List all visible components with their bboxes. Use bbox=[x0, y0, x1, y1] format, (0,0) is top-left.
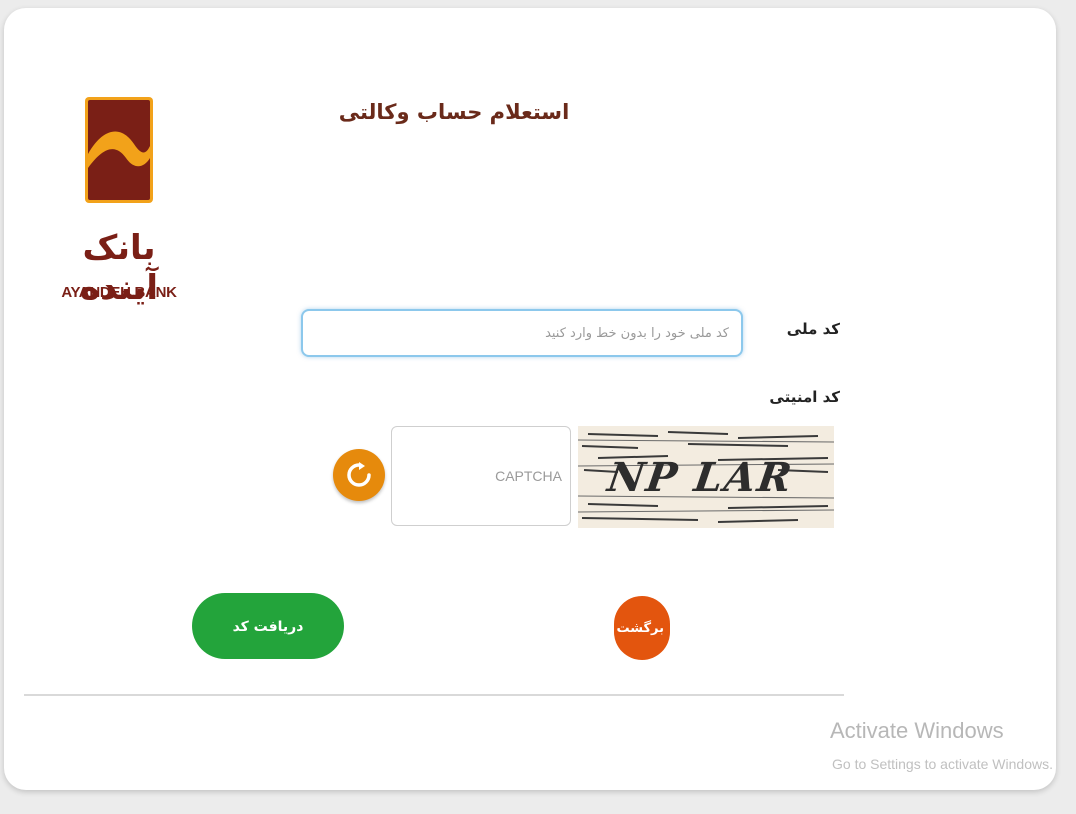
back-button[interactable]: برگشت bbox=[614, 596, 670, 660]
refresh-icon bbox=[347, 462, 371, 487]
security-code-label: کد امنیتی bbox=[769, 388, 840, 406]
bank-logo: بانک آینده AYANDEH BANK bbox=[44, 96, 204, 316]
national-code-label: کد ملی bbox=[786, 320, 840, 338]
inquiry-card: استعلام حساب وکالتی بانک آینده AYANDEH B… bbox=[4, 8, 1056, 790]
captcha-text: NP LAR bbox=[604, 454, 797, 501]
bank-logo-mark bbox=[85, 97, 153, 203]
captcha-refresh-button[interactable] bbox=[333, 449, 385, 501]
activate-windows-title: Activate Windows bbox=[830, 718, 1004, 743]
bank-name-en: AYANDEH BANK bbox=[61, 284, 177, 301]
activate-windows-subtitle: Go to Settings to activate Windows. bbox=[832, 756, 1053, 772]
screen: استعلام حساب وکالتی بانک آینده AYANDEH B… bbox=[0, 0, 1076, 814]
divider bbox=[24, 694, 844, 696]
page-title: استعلام حساب وکالتی bbox=[338, 100, 570, 124]
get-validation-code-button[interactable]: دریافت کد اعتبارسنجی bbox=[192, 593, 344, 701]
captcha-image: NP LAR bbox=[578, 426, 834, 528]
national-code-input[interactable] bbox=[301, 309, 743, 357]
captcha-input[interactable] bbox=[391, 426, 571, 526]
